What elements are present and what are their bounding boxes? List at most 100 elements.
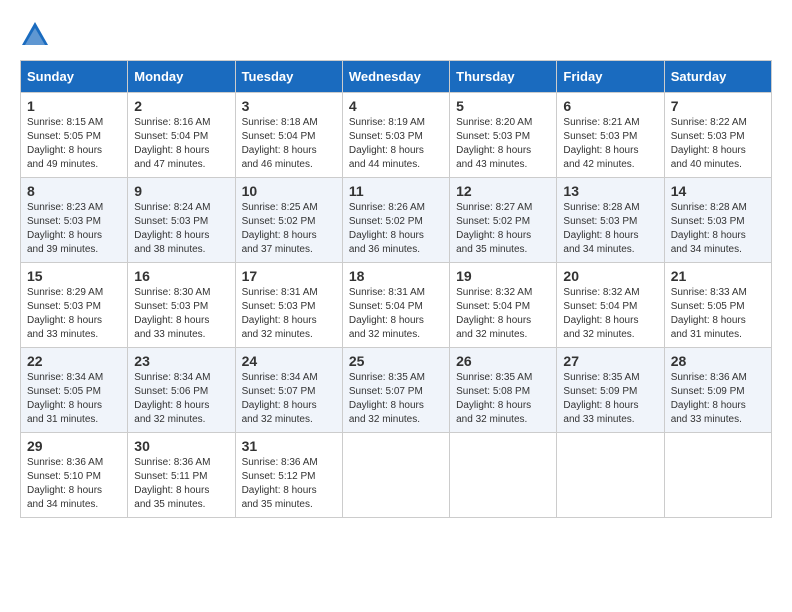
calendar-cell: 12 Sunrise: 8:27 AMSunset: 5:02 PMDayligh…	[450, 178, 557, 263]
day-info: Sunrise: 8:23 AMSunset: 5:03 PMDaylight:…	[27, 201, 121, 257]
calendar-cell: 14 Sunrise: 8:28 AMSunset: 5:03 PMDayligh…	[664, 178, 771, 263]
calendar-week-row: 1 Sunrise: 8:15 AMSunset: 5:05 PMDaylight…	[21, 93, 772, 178]
page-header	[20, 20, 772, 50]
day-number: 2	[134, 98, 228, 114]
day-info: Sunrise: 8:36 AMSunset: 5:12 PMDaylight:…	[242, 456, 336, 512]
day-info: Sunrise: 8:34 AMSunset: 5:07 PMDaylight:…	[242, 371, 336, 427]
day-info: Sunrise: 8:27 AMSunset: 5:02 PMDaylight:…	[456, 201, 550, 257]
calendar-cell: 15 Sunrise: 8:29 AMSunset: 5:03 PMDayligh…	[21, 263, 128, 348]
day-number: 23	[134, 353, 228, 369]
day-number: 4	[349, 98, 443, 114]
calendar-week-row: 15 Sunrise: 8:29 AMSunset: 5:03 PMDayligh…	[21, 263, 772, 348]
day-number: 24	[242, 353, 336, 369]
calendar-cell: 16Sunrise: 8:30 AMSunset: 5:03 PMDayligh…	[128, 263, 235, 348]
day-number: 31	[242, 438, 336, 454]
calendar-header-row: SundayMondayTuesdayWednesdayThursdayFrid…	[21, 61, 772, 93]
calendar-cell	[557, 433, 664, 518]
day-number: 7	[671, 98, 765, 114]
day-number: 25	[349, 353, 443, 369]
calendar-cell: 7Sunrise: 8:22 AMSunset: 5:03 PMDaylight…	[664, 93, 771, 178]
column-header-saturday: Saturday	[664, 61, 771, 93]
calendar-cell: 4 Sunrise: 8:19 AMSunset: 5:03 PMDaylight…	[342, 93, 449, 178]
logo-icon	[20, 20, 50, 50]
day-info: Sunrise: 8:31 AMSunset: 5:04 PMDaylight:…	[349, 286, 443, 342]
day-info: Sunrise: 8:21 AMSunset: 5:03 PMDaylight:…	[563, 116, 657, 172]
calendar-cell: 26Sunrise: 8:35 AMSunset: 5:08 PMDayligh…	[450, 348, 557, 433]
day-info: Sunrise: 8:15 AMSunset: 5:05 PMDaylight:…	[27, 116, 121, 172]
calendar-cell: 8 Sunrise: 8:23 AMSunset: 5:03 PMDaylight…	[21, 178, 128, 263]
calendar-cell: 19 Sunrise: 8:32 AMSunset: 5:04 PMDayligh…	[450, 263, 557, 348]
day-info: Sunrise: 8:36 AMSunset: 5:10 PMDaylight:…	[27, 456, 121, 512]
day-info: Sunrise: 8:24 AMSunset: 5:03 PMDaylight:…	[134, 201, 228, 257]
day-info: Sunrise: 8:34 AMSunset: 5:06 PMDaylight:…	[134, 371, 228, 427]
day-info: Sunrise: 8:35 AMSunset: 5:07 PMDaylight:…	[349, 371, 443, 427]
day-info: Sunrise: 8:29 AMSunset: 5:03 PMDaylight:…	[27, 286, 121, 342]
calendar-cell: 13 Sunrise: 8:28 AMSunset: 5:03 PMDayligh…	[557, 178, 664, 263]
day-number: 30	[134, 438, 228, 454]
calendar-cell: 23 Sunrise: 8:34 AMSunset: 5:06 PMDayligh…	[128, 348, 235, 433]
day-info: Sunrise: 8:19 AMSunset: 5:03 PMDaylight:…	[349, 116, 443, 172]
day-number: 15	[27, 268, 121, 284]
calendar-cell: 29 Sunrise: 8:36 AMSunset: 5:10 PMDayligh…	[21, 433, 128, 518]
calendar-cell: 17 Sunrise: 8:31 AMSunset: 5:03 PMDayligh…	[235, 263, 342, 348]
day-info: Sunrise: 8:28 AMSunset: 5:03 PMDaylight:…	[671, 201, 765, 257]
calendar-cell: 18 Sunrise: 8:31 AMSunset: 5:04 PMDayligh…	[342, 263, 449, 348]
day-number: 9	[134, 183, 228, 199]
calendar-table: SundayMondayTuesdayWednesdayThursdayFrid…	[20, 60, 772, 518]
day-number: 1	[27, 98, 121, 114]
calendar-cell: 10 Sunrise: 8:25 AMSunset: 5:02 PMDayligh…	[235, 178, 342, 263]
calendar-week-row: 29 Sunrise: 8:36 AMSunset: 5:10 PMDayligh…	[21, 433, 772, 518]
day-number: 3	[242, 98, 336, 114]
day-number: 21	[671, 268, 765, 284]
day-number: 28	[671, 353, 765, 369]
day-number: 19	[456, 268, 550, 284]
day-number: 6	[563, 98, 657, 114]
day-number: 11	[349, 183, 443, 199]
day-number: 13	[563, 183, 657, 199]
day-number: 8	[27, 183, 121, 199]
calendar-cell: 9 Sunrise: 8:24 AMSunset: 5:03 PMDaylight…	[128, 178, 235, 263]
day-number: 14	[671, 183, 765, 199]
day-info: Sunrise: 8:36 AMSunset: 5:09 PMDaylight:…	[671, 371, 765, 427]
calendar-cell: 20Sunrise: 8:32 AMSunset: 5:04 PMDayligh…	[557, 263, 664, 348]
day-info: Sunrise: 8:28 AMSunset: 5:03 PMDaylight:…	[563, 201, 657, 257]
day-number: 26	[456, 353, 550, 369]
calendar-cell: 2 Sunrise: 8:16 AMSunset: 5:04 PMDaylight…	[128, 93, 235, 178]
calendar-cell	[664, 433, 771, 518]
day-number: 27	[563, 353, 657, 369]
day-info: Sunrise: 8:32 AMSunset: 5:04 PMDaylight:…	[456, 286, 550, 342]
day-info: Sunrise: 8:35 AMSunset: 5:09 PMDaylight:…	[563, 371, 657, 427]
day-number: 5	[456, 98, 550, 114]
day-info: Sunrise: 8:33 AMSunset: 5:05 PMDaylight:…	[671, 286, 765, 342]
day-info: Sunrise: 8:16 AMSunset: 5:04 PMDaylight:…	[134, 116, 228, 172]
calendar-cell: 27 Sunrise: 8:35 AMSunset: 5:09 PMDayligh…	[557, 348, 664, 433]
calendar-week-row: 8 Sunrise: 8:23 AMSunset: 5:03 PMDaylight…	[21, 178, 772, 263]
day-info: Sunrise: 8:18 AMSunset: 5:04 PMDaylight:…	[242, 116, 336, 172]
calendar-cell: 11 Sunrise: 8:26 AMSunset: 5:02 PMDayligh…	[342, 178, 449, 263]
day-info: Sunrise: 8:20 AMSunset: 5:03 PMDaylight:…	[456, 116, 550, 172]
calendar-cell: 31 Sunrise: 8:36 AMSunset: 5:12 PMDayligh…	[235, 433, 342, 518]
day-number: 17	[242, 268, 336, 284]
day-number: 12	[456, 183, 550, 199]
calendar-cell: 3 Sunrise: 8:18 AMSunset: 5:04 PMDaylight…	[235, 93, 342, 178]
day-number: 16	[134, 268, 228, 284]
day-number: 29	[27, 438, 121, 454]
day-info: Sunrise: 8:26 AMSunset: 5:02 PMDaylight:…	[349, 201, 443, 257]
day-info: Sunrise: 8:34 AMSunset: 5:05 PMDaylight:…	[27, 371, 121, 427]
column-header-sunday: Sunday	[21, 61, 128, 93]
calendar-cell	[342, 433, 449, 518]
column-header-thursday: Thursday	[450, 61, 557, 93]
day-number: 10	[242, 183, 336, 199]
day-info: Sunrise: 8:32 AMSunset: 5:04 PMDaylight:…	[563, 286, 657, 342]
day-number: 22	[27, 353, 121, 369]
calendar-cell: 6 Sunrise: 8:21 AMSunset: 5:03 PMDaylight…	[557, 93, 664, 178]
column-header-tuesday: Tuesday	[235, 61, 342, 93]
day-info: Sunrise: 8:25 AMSunset: 5:02 PMDaylight:…	[242, 201, 336, 257]
calendar-cell: 30Sunrise: 8:36 AMSunset: 5:11 PMDayligh…	[128, 433, 235, 518]
logo	[20, 20, 54, 50]
calendar-cell: 21 Sunrise: 8:33 AMSunset: 5:05 PMDayligh…	[664, 263, 771, 348]
day-info: Sunrise: 8:31 AMSunset: 5:03 PMDaylight:…	[242, 286, 336, 342]
column-header-monday: Monday	[128, 61, 235, 93]
day-number: 18	[349, 268, 443, 284]
calendar-cell: 1 Sunrise: 8:15 AMSunset: 5:05 PMDaylight…	[21, 93, 128, 178]
